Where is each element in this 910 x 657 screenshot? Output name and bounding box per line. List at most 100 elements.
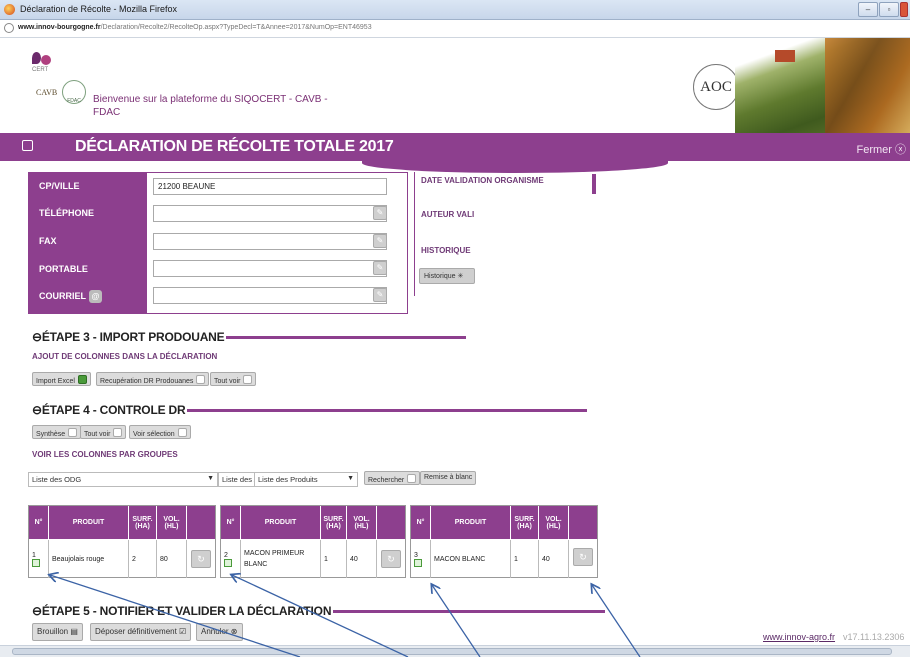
eye-icon xyxy=(243,375,253,384)
rechercher-button[interactable]: Rechercher xyxy=(364,471,421,485)
product-table-3: N° PRODUIT SURF. (HA) VOL. (HL) 3 MACON … xyxy=(410,505,598,578)
fax-edit-icon[interactable]: ✎ xyxy=(373,234,387,248)
fdac-logo: FDAC xyxy=(62,80,86,104)
speech-bubble-icon xyxy=(22,140,33,151)
close-button[interactable] xyxy=(900,2,908,17)
date-validation-label: DATE VALIDATION ORGANISME xyxy=(421,176,544,185)
validation-panel: DATE VALIDATION ORGANISME AUTEUR VALI HI… xyxy=(414,172,596,296)
excel-icon xyxy=(77,375,87,384)
row-produit: MACON BLANC xyxy=(431,540,511,578)
fermer-button[interactable]: Fermer ⓧ xyxy=(856,141,906,157)
col-surf: SURF. (HA) xyxy=(129,506,157,539)
deposer-button[interactable]: Déposer définitivement ☑ xyxy=(90,623,192,641)
courriel-label: COURRIEL @ xyxy=(39,290,102,303)
col-surf: SURF. (HA) xyxy=(321,506,347,539)
scrollbar-thumb[interactable] xyxy=(12,648,892,655)
row-vol: 40 xyxy=(347,540,377,578)
aoc-logo: AOC xyxy=(693,64,739,110)
step3-sublink[interactable]: AJOUT DE COLONNES DANS LA DÉCLARATION xyxy=(32,352,217,361)
row-vol: 40 xyxy=(539,540,569,578)
browser-titlebar: Déclaration de Récolte - Mozilla Firefox… xyxy=(0,0,910,20)
annuler-button[interactable]: Annuler ⊗ xyxy=(196,623,243,641)
col-action xyxy=(569,506,597,539)
telephone-field[interactable] xyxy=(153,205,387,222)
fax-field[interactable] xyxy=(153,233,387,250)
col-action xyxy=(377,506,405,539)
panel-divider xyxy=(592,174,596,194)
col-vol: VOL. (HL) xyxy=(157,506,187,539)
row-surf: 1 xyxy=(321,540,347,578)
courriel-edit-icon[interactable]: ✎ xyxy=(373,288,387,302)
synthese-button[interactable]: Synthèse xyxy=(32,425,82,439)
historique-label: HISTORIQUE xyxy=(421,246,471,255)
col-produit: PRODUIT xyxy=(431,506,511,539)
siqocert-logo: CERT xyxy=(28,52,60,80)
step3-title: ⊖ÉTAPE 3 - IMPORT PRODOUANE xyxy=(32,330,467,344)
step5-title: ⊖ÉTAPE 5 - NOTIFIER ET VALIDER LA DÉCLAR… xyxy=(32,604,606,618)
minimize-button[interactable]: – xyxy=(858,2,878,17)
cavb-logo: CAVB xyxy=(36,88,58,97)
eye-icon xyxy=(113,428,123,437)
step4-tout-voir-button[interactable]: Tout voir xyxy=(80,425,127,439)
remise-a-blanc-button[interactable]: Remise à blanc xyxy=(420,471,477,485)
portable-edit-icon[interactable]: ✎ xyxy=(373,261,387,275)
fax-label: FAX xyxy=(39,236,57,246)
odg-select[interactable]: Liste des ODG ▼ xyxy=(28,472,218,487)
brouillon-button[interactable]: Brouillon ▤ xyxy=(32,623,83,641)
col-action xyxy=(187,506,215,539)
firefox-icon xyxy=(4,4,15,15)
innov-agro-link[interactable]: www.innov-agro.fr xyxy=(763,632,835,642)
site-info-icon[interactable] xyxy=(4,23,14,33)
recup-icon xyxy=(196,375,206,384)
table-row: 3 xyxy=(411,540,431,578)
col-produit: PRODUIT xyxy=(241,506,321,539)
col-vol: VOL. (HL) xyxy=(539,506,569,539)
step4-sublink[interactable]: VOIR LES COLONNES PAR GROUPES xyxy=(32,450,178,459)
table-row: 2 xyxy=(221,540,241,578)
vineyard-banner-image xyxy=(735,38,910,133)
row-surf: 1 xyxy=(511,540,539,578)
portable-field[interactable] xyxy=(153,260,387,277)
voir-selection-button[interactable]: Voir sélection xyxy=(129,425,191,439)
row-edit-button[interactable]: ↻ xyxy=(381,550,401,568)
check-icon[interactable] xyxy=(224,558,232,567)
portable-label: PORTABLE xyxy=(39,264,88,274)
historique-button[interactable]: Historique ✳ xyxy=(419,268,475,284)
check-icon[interactable] xyxy=(32,558,40,567)
address-bar[interactable]: www.innov-bourgogne.fr/Declaration/Recol… xyxy=(0,20,910,38)
table-header: N° PRODUIT SURF. (HA) VOL. (HL) xyxy=(221,506,405,539)
col-surf: SURF. (HA) xyxy=(511,506,539,539)
check-icon[interactable] xyxy=(414,558,422,567)
version-text: v17.11.13.2306 xyxy=(843,632,905,642)
step3-tout-voir-button[interactable]: Tout voir xyxy=(210,372,257,386)
search-icon xyxy=(407,474,417,483)
courriel-field[interactable] xyxy=(153,287,387,304)
row-edit-button[interactable]: ↻ xyxy=(191,550,211,568)
row-edit-button[interactable]: ↻ xyxy=(573,548,593,566)
table-header: N° PRODUIT SURF. (HA) VOL. (HL) xyxy=(411,506,597,539)
import-excel-button[interactable]: Import Excel xyxy=(32,372,91,386)
filter-bar: Liste des ODG▼ Liste des AOC▼ Liste des … xyxy=(28,471,498,488)
recup-dr-button[interactable]: Recupération DR Prodouanes xyxy=(96,372,210,386)
produits-select[interactable]: Liste des Produits ▼ xyxy=(254,472,358,487)
cp-ville-label: CP/VILLE xyxy=(39,181,80,191)
col-num: N° xyxy=(221,506,241,539)
horizontal-scrollbar[interactable] xyxy=(0,645,910,657)
product-table-1: N° PRODUIT SURF. (HA) VOL. (HL) 1 Beaujo… xyxy=(28,505,216,578)
row-surf: 2 xyxy=(129,540,157,578)
cp-ville-field[interactable]: 21200 BEAUNE xyxy=(153,178,387,195)
table-row: 1 xyxy=(29,540,49,578)
product-table-2: N° PRODUIT SURF. (HA) VOL. (HL) 2 MACON … xyxy=(220,505,406,578)
table-header: N° PRODUIT SURF. (HA) VOL. (HL) xyxy=(29,506,215,539)
telephone-edit-icon[interactable]: ✎ xyxy=(373,206,387,220)
row-vol: 80 xyxy=(157,540,187,578)
col-num: N° xyxy=(29,506,49,539)
row-produit: MACON PRIMEUR BLANC xyxy=(241,540,321,578)
maximize-button[interactable]: ▫ xyxy=(879,2,899,17)
site-header: CERT CAVB FDAC Bienvenue sur la platefor… xyxy=(0,38,910,133)
url-text[interactable]: www.innov-bourgogne.fr/Declaration/Recol… xyxy=(18,24,372,31)
synthese-icon xyxy=(68,428,78,437)
col-num: N° xyxy=(411,506,431,539)
mail-icon[interactable]: @ xyxy=(89,290,102,303)
selection-icon xyxy=(177,428,187,437)
